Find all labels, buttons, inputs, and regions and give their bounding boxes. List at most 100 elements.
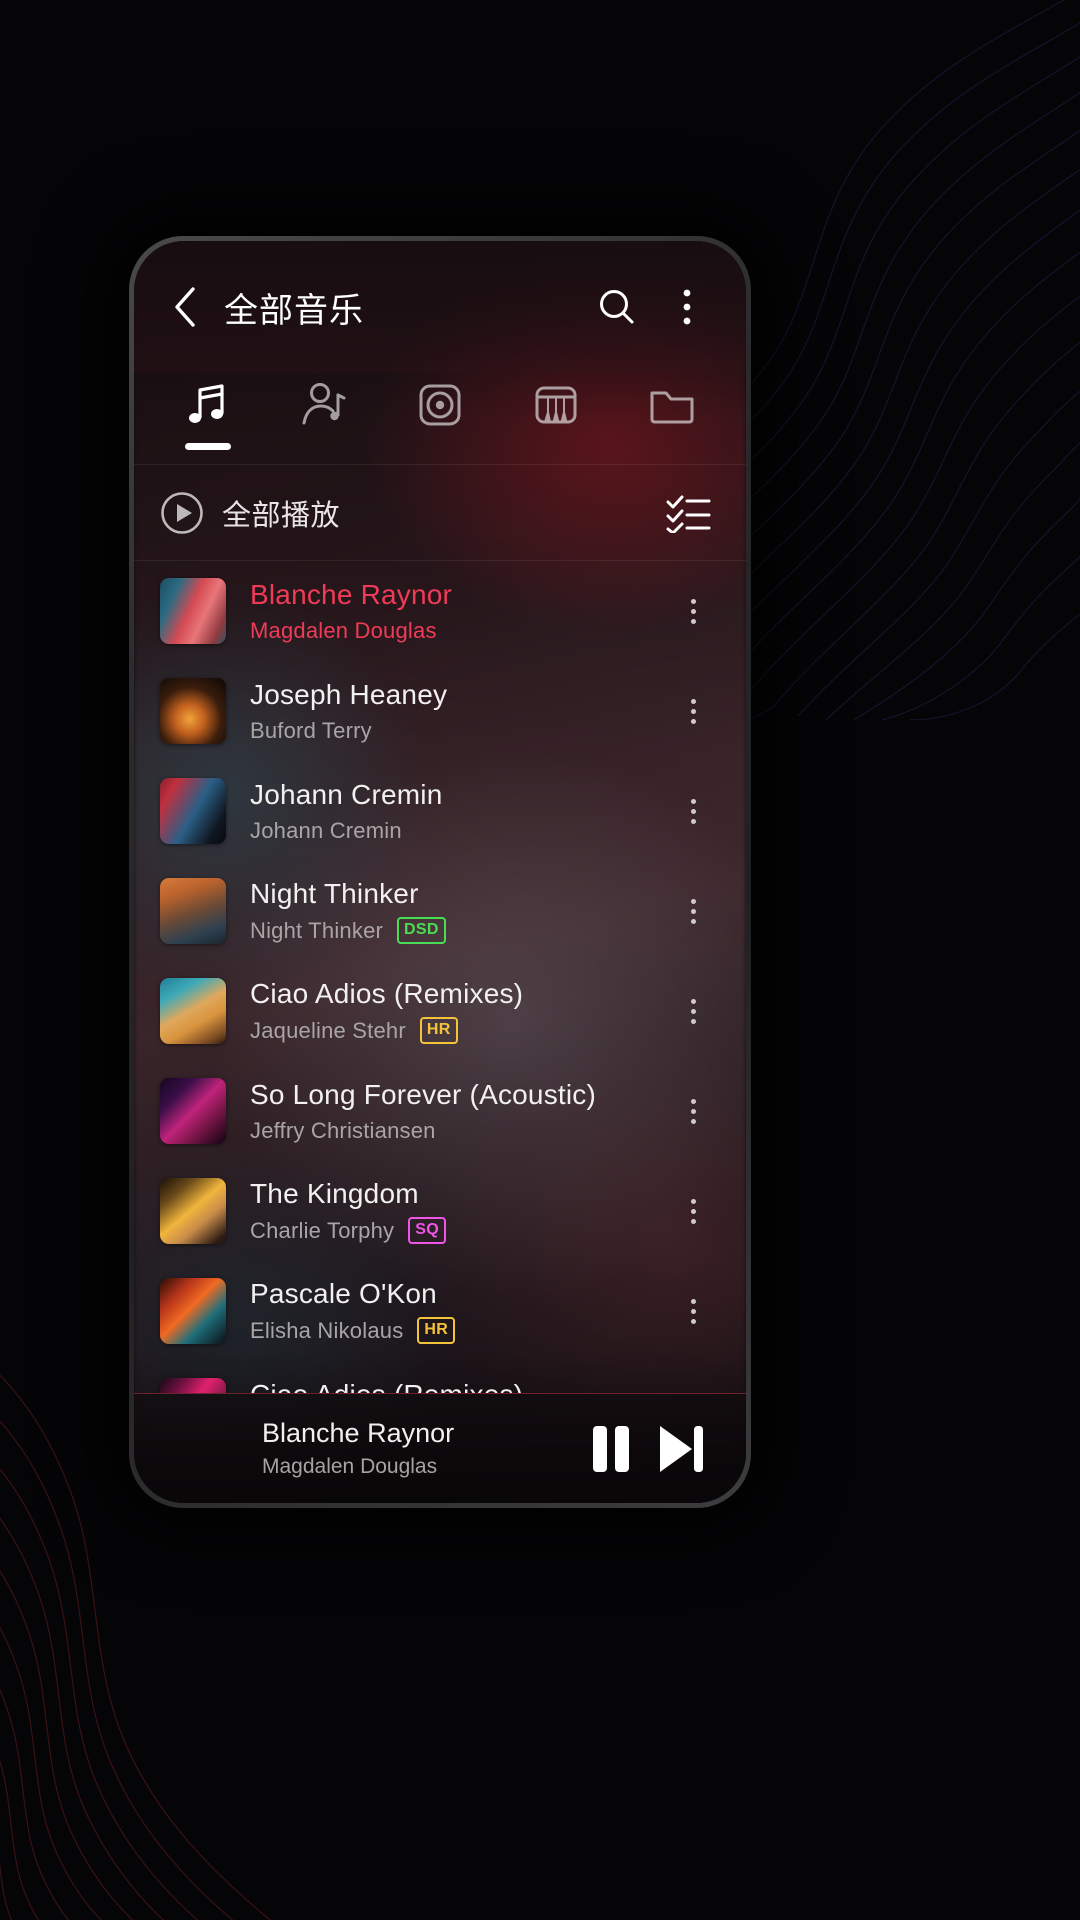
album-cover <box>160 1078 226 1144</box>
pause-icon <box>593 1425 629 1472</box>
song-artist: Buford Terry <box>250 717 372 743</box>
phone-screen: 全部音乐 全部播放 Blanche Raynor Magdalen Dougla… <box>134 241 746 1503</box>
chevron-left-icon <box>175 287 195 327</box>
artist-icon <box>302 383 346 425</box>
more-vertical-icon <box>690 598 696 624</box>
skip-next-icon <box>660 1425 703 1472</box>
song-meta: The Kingdom Charlie Torphy SQ <box>250 1178 666 1244</box>
piano-keys-icon <box>535 386 577 424</box>
song-list[interactable]: Blanche Raynor Magdalen Douglas Joseph Hea… <box>134 561 746 1393</box>
album-cover <box>160 1178 226 1244</box>
more-vertical-icon <box>690 1098 696 1124</box>
song-row[interactable]: Pascale O'Kon Elisha Nikolaus HR <box>134 1261 746 1361</box>
song-title: Blanche Raynor <box>250 578 453 610</box>
song-row[interactable]: Joseph Heaney Buford Terry <box>134 661 746 761</box>
now-playing-artist: Magdalen Douglas <box>262 1455 438 1478</box>
song-meta: Pascale O'Kon Elisha Nikolaus HR <box>250 1278 666 1344</box>
tab-genres[interactable] <box>498 373 614 464</box>
song-row[interactable]: Night Thinker Night Thinker DSD <box>134 861 746 961</box>
song-subline: Magdalen Douglas <box>250 618 666 644</box>
song-row[interactable]: Blanche Raynor Magdalen Douglas <box>134 561 746 661</box>
pause-button[interactable] <box>576 1414 646 1484</box>
more-vertical-icon <box>690 1298 696 1324</box>
song-subline: Night Thinker DSD <box>250 917 666 944</box>
song-title: Ciao Adios (Remixes) <box>250 978 524 1009</box>
search-icon <box>600 290 634 324</box>
library-tab-bar <box>134 373 746 465</box>
song-row[interactable]: So Long Forever (Acoustic) Jeffry Christi… <box>134 1061 746 1161</box>
tab-albums[interactable] <box>382 373 498 464</box>
now-playing-bar[interactable]: Blanche Raynor Magdalen Douglas <box>134 1393 746 1503</box>
song-meta: So Long Forever (Acoustic) Jeffry Christi… <box>250 1079 666 1144</box>
song-title: The Kingdom <box>250 1178 419 1209</box>
song-title: Pascale O'Kon <box>250 1278 437 1309</box>
back-button[interactable] <box>160 281 212 333</box>
active-tab-indicator <box>185 443 231 450</box>
song-subline: Charlie Torphy SQ <box>250 1217 666 1244</box>
play-all-button[interactable]: 全部播放 <box>160 491 660 535</box>
album-cover <box>160 1278 226 1344</box>
song-meta: Ciao Adios (Remixes)Willis Osinski <box>250 1379 666 1394</box>
now-playing-cover[interactable] <box>164 1412 238 1486</box>
song-artist: Jeffry Christiansen <box>250 1117 436 1143</box>
song-meta: Ciao Adios (Remixes) Jaqueline Stehr HR <box>250 978 666 1044</box>
checklist-icon <box>666 495 711 533</box>
album-cover <box>160 978 226 1044</box>
quality-badge-sq: SQ <box>408 1217 446 1244</box>
quality-badge-dsd: DSD <box>397 917 446 944</box>
page-title: 全部音乐 <box>224 291 364 330</box>
tab-artists[interactable] <box>266 373 382 464</box>
play-circle-icon <box>161 491 203 534</box>
song-artist: Elisha Nikolaus <box>250 1317 404 1343</box>
song-overflow-button[interactable] <box>666 698 720 724</box>
song-artist: Jaqueline Stehr <box>250 1017 406 1043</box>
next-track-button[interactable] <box>646 1414 716 1484</box>
song-artist: Charlie Torphy <box>250 1217 395 1243</box>
overflow-menu-button[interactable] <box>658 278 716 336</box>
song-subline: Johann Cremin <box>250 818 666 844</box>
quality-badge-hr: HR <box>417 1317 456 1344</box>
song-row[interactable]: Johann Cremin Johann Cremin <box>134 761 746 861</box>
more-vertical-icon <box>690 998 696 1024</box>
song-meta: Johann Cremin Johann Cremin <box>250 779 666 844</box>
song-overflow-button[interactable] <box>666 1298 720 1324</box>
song-artist: Magdalen Douglas <box>250 617 437 643</box>
song-subline: Elisha Nikolaus HR <box>250 1317 666 1344</box>
play-all-label: 全部播放 <box>222 499 341 532</box>
song-subline: Jeffry Christiansen <box>250 1118 666 1144</box>
search-button[interactable] <box>588 278 646 336</box>
song-row[interactable]: Ciao Adios (Remixes)Willis Osinski <box>134 1361 746 1393</box>
more-vertical-icon <box>690 698 696 724</box>
song-overflow-button[interactable] <box>666 598 720 624</box>
more-vertical-icon <box>690 1198 696 1224</box>
album-cover <box>160 578 226 644</box>
more-vertical-icon <box>690 798 696 824</box>
song-title: Johann Cremin <box>250 778 443 810</box>
album-cover <box>160 778 226 844</box>
song-title: So Long Forever (Acoustic) <box>250 1078 597 1110</box>
album-disc-icon <box>419 384 461 426</box>
folder-icon <box>650 391 694 424</box>
song-overflow-button[interactable] <box>666 998 720 1024</box>
song-overflow-button[interactable] <box>666 1198 720 1224</box>
play-all-row: 全部播放 <box>134 465 746 561</box>
song-meta: Blanche Raynor Magdalen Douglas <box>250 579 666 644</box>
song-overflow-button[interactable] <box>666 1098 720 1124</box>
multi-select-button[interactable] <box>660 485 716 541</box>
song-artist: Johann Cremin <box>250 817 402 843</box>
tab-songs[interactable] <box>150 373 266 464</box>
song-overflow-button[interactable] <box>666 798 720 824</box>
album-cover <box>160 878 226 944</box>
more-vertical-icon <box>683 289 691 325</box>
song-meta: Joseph Heaney Buford Terry <box>250 679 666 744</box>
tab-folders[interactable] <box>614 373 730 464</box>
song-overflow-button[interactable] <box>666 898 720 924</box>
song-subline: Jaqueline Stehr HR <box>250 1017 666 1044</box>
music-note-icon <box>189 384 224 423</box>
now-playing-meta: Blanche Raynor Magdalen Douglas <box>262 1418 576 1479</box>
song-title: Joseph Heaney <box>250 678 448 710</box>
song-row[interactable]: Ciao Adios (Remixes) Jaqueline Stehr HR <box>134 961 746 1061</box>
song-meta: Night Thinker Night Thinker DSD <box>250 878 666 944</box>
song-row[interactable]: The Kingdom Charlie Torphy SQ <box>134 1161 746 1261</box>
song-artist: Night Thinker <box>250 917 384 943</box>
